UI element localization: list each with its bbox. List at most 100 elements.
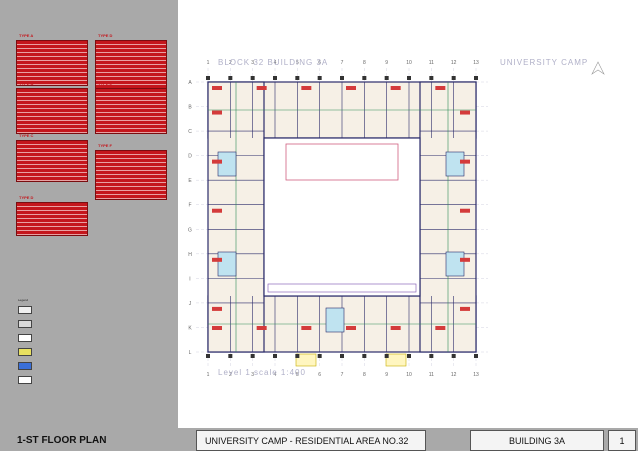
grid-number-top: 12	[451, 60, 457, 66]
room-tag	[460, 257, 470, 262]
room-tag	[212, 110, 222, 115]
room-tag	[256, 326, 267, 330]
grid-number-bottom: 6	[318, 372, 321, 378]
schedule-table: TYPE A	[16, 33, 88, 86]
building-name: BUILDING 3A	[508, 435, 566, 446]
room-tag	[460, 110, 470, 115]
grid-letter: B	[188, 105, 192, 111]
grid-number-top: 9	[385, 60, 388, 66]
legend-swatch	[18, 306, 32, 314]
room-tag	[301, 326, 312, 330]
entrance-canopy	[385, 353, 407, 367]
grid-letter: L	[189, 350, 192, 356]
project-cell: UNIVERSITY CAMP - RESIDENTIAL AREA NO.32	[196, 430, 426, 451]
grid-letter: J	[189, 301, 192, 307]
column-marker	[340, 354, 344, 358]
column-marker	[228, 76, 233, 80]
schedule-table: TYPE F	[95, 143, 167, 200]
schedule-table: TYPE D	[16, 195, 88, 236]
column-marker	[250, 354, 255, 358]
grid-letter: F	[188, 203, 191, 209]
room-tag	[346, 326, 356, 330]
grid-number-top: 8	[363, 60, 366, 66]
column-marker	[362, 354, 367, 358]
column-marker	[340, 76, 344, 80]
grid-number-bottom: 13	[473, 372, 479, 378]
level-label: Level 1 scale 1:400	[218, 368, 306, 377]
column-marker	[295, 76, 300, 80]
schedule-title: TYPE D	[98, 33, 113, 38]
room-tag	[460, 159, 470, 164]
schedule-table: TYPE E	[95, 81, 167, 134]
room-tag	[212, 86, 222, 90]
legend-item	[18, 320, 76, 328]
room-tag	[212, 257, 222, 262]
legend-swatch	[18, 334, 32, 342]
schedule-title: TYPE B	[19, 81, 34, 86]
schedule-row	[17, 231, 87, 235]
stair-core	[325, 307, 345, 333]
room-tag	[435, 326, 446, 330]
column-marker	[407, 76, 411, 80]
column-marker	[429, 354, 434, 358]
room-tag	[212, 306, 222, 311]
column-marker	[206, 76, 210, 80]
grid-letter: H	[188, 252, 192, 258]
block-label: BLOCK 32 BUILDING 3A	[218, 58, 329, 67]
grid-letter: I	[189, 276, 190, 282]
stair-core	[217, 251, 237, 277]
stair-core	[445, 151, 465, 177]
north-arrow-icon	[591, 61, 605, 75]
grid-number-top: 10	[406, 60, 412, 66]
schedule-table: TYPE B	[16, 81, 88, 134]
floor-plan-area: BLOCK 32 BUILDING 3A UNIVERSITY CAMP Lev…	[178, 0, 638, 428]
grid-letter: E	[188, 178, 192, 184]
grid-letter: G	[188, 227, 192, 233]
grid-number-top: 13	[473, 60, 479, 66]
column-marker	[429, 76, 434, 80]
page-cell: 1	[608, 430, 636, 451]
column-marker	[273, 354, 277, 358]
column-marker	[228, 354, 233, 358]
page-number: 1	[619, 435, 625, 446]
column-marker	[407, 354, 411, 358]
grid-number-bottom: 7	[341, 372, 344, 378]
column-marker	[451, 354, 456, 358]
stair-core	[217, 151, 237, 177]
grid-letter: D	[188, 154, 192, 160]
grid-number-top: 7	[341, 60, 344, 66]
building-cell: BUILDING 3A	[470, 430, 604, 451]
room-tag	[460, 306, 470, 311]
column-marker	[384, 76, 389, 80]
schedule-row	[96, 195, 166, 199]
column-marker	[250, 76, 255, 80]
grid-number-bottom: 9	[385, 372, 388, 378]
sheet-title: 1-ST FLOOR PLAN	[17, 435, 107, 446]
grid-number-bottom: 11	[429, 372, 434, 378]
room-tag	[212, 159, 222, 164]
legend-swatch	[18, 376, 32, 384]
column-marker	[317, 354, 322, 358]
schedule-table: TYPE C	[16, 133, 88, 182]
legend-swatch	[18, 320, 32, 328]
legend-item	[18, 306, 76, 314]
legend-item	[18, 362, 76, 370]
grid-number-top: 1	[207, 60, 210, 66]
grid-letter: K	[188, 325, 192, 331]
room-tag	[212, 326, 222, 330]
schedule-title: TYPE E	[98, 81, 113, 86]
grid-number-bottom: 1	[207, 372, 210, 378]
legend-item	[18, 334, 76, 342]
schedule-title: TYPE C	[19, 133, 34, 138]
column-marker	[384, 354, 389, 358]
grid-letter: C	[188, 129, 192, 135]
column-marker	[451, 76, 456, 80]
legend-swatch	[18, 362, 32, 370]
stair-core	[445, 251, 465, 277]
room-tag	[460, 208, 470, 213]
grid-number-top: 11	[429, 60, 434, 66]
grid-number-bottom: 8	[363, 372, 366, 378]
schedule-row	[17, 177, 87, 181]
column-marker	[474, 76, 478, 80]
sheet-title-cell: 1-ST FLOOR PLAN	[2, 430, 176, 451]
